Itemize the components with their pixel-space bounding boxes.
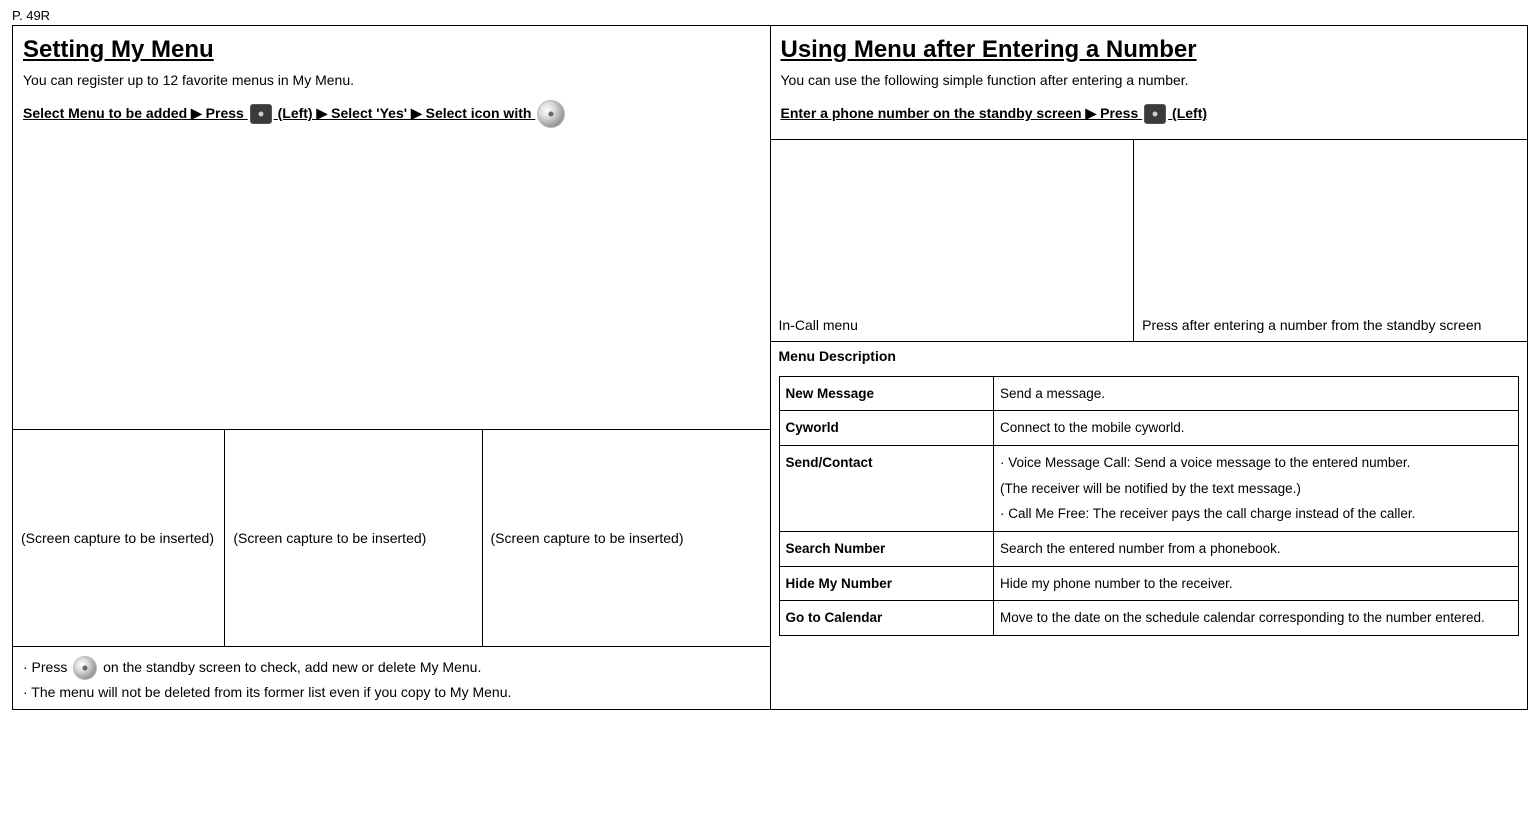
menu-val: Send a message.	[993, 376, 1518, 411]
main-layout-table: Setting My Menu You can register up to 1…	[12, 25, 1528, 710]
menu-desc-table: New Message Send a message. Cyworld Conn…	[779, 376, 1520, 636]
instr-part2: (Left) ▶ Select 'Yes' ▶ Select icon with	[278, 105, 536, 121]
note1-pre: · Press	[23, 659, 71, 675]
menu-val: · Voice Message Call: Send a voice messa…	[993, 446, 1518, 532]
menu-val: Move to the date on the schedule calenda…	[993, 601, 1518, 636]
incall-menu-cell: In-Call menu	[771, 139, 1134, 341]
instr-post: (Left)	[1172, 105, 1207, 121]
menu-key: New Message	[779, 376, 993, 411]
instr-pre: Enter a phone number on the standby scre…	[781, 105, 1143, 121]
table-row: Search Number Search the entered number …	[779, 532, 1519, 567]
right-heading: Using Menu after Entering a Number	[781, 36, 1518, 64]
table-row: Cyworld Connect to the mobile cyworld.	[779, 411, 1519, 446]
screencap-2: (Screen capture to be inserted)	[225, 429, 482, 646]
left-softkey-icon	[250, 104, 272, 124]
left-column: Setting My Menu You can register up to 1…	[13, 26, 771, 710]
left-desc: You can register up to 12 favorite menus…	[23, 72, 760, 88]
left-instruction: Select Menu to be added ▶ Press (Left) ▶…	[23, 98, 760, 129]
menu-key: Search Number	[779, 532, 993, 567]
nav-orb-icon	[537, 100, 565, 128]
note1-post: on the standby screen to check, add new …	[103, 659, 481, 675]
menu-desc-title: Menu Description	[771, 341, 1528, 376]
left-notes: · Press on the standby screen to check, …	[13, 647, 770, 709]
right-column: Using Menu after Entering a Number You c…	[770, 26, 1528, 710]
nav-orb-icon	[73, 656, 97, 680]
menu-val: Search the entered number from a phonebo…	[993, 532, 1518, 567]
screenshot-placeholder-table: (Screen capture to be inserted) (Screen …	[13, 429, 770, 647]
table-row: Send/Contact · Voice Message Call: Send …	[779, 446, 1519, 532]
table-row: Hide My Number Hide my phone number to t…	[779, 566, 1519, 601]
menu-key: Go to Calendar	[779, 601, 993, 636]
screencap-3: (Screen capture to be inserted)	[482, 429, 769, 646]
table-row: Go to Calendar Move to the date on the s…	[779, 601, 1519, 636]
press-after-cell: Press after entering a number from the s…	[1134, 139, 1527, 341]
menu-key: Send/Contact	[779, 446, 993, 532]
menu-val: Hide my phone number to the receiver.	[993, 566, 1518, 601]
note2: · The menu will not be deleted from its …	[23, 680, 760, 705]
menu-key: Cyworld	[779, 411, 993, 446]
menu-key: Hide My Number	[779, 566, 993, 601]
screencap-1: (Screen capture to be inserted)	[13, 429, 225, 646]
right-two-col-table: In-Call menu Press after entering a numb…	[771, 139, 1528, 341]
instr-part1: Select Menu to be added ▶ Press	[23, 105, 248, 121]
left-heading: Setting My Menu	[23, 36, 760, 64]
left-softkey-icon	[1144, 104, 1166, 124]
table-row: New Message Send a message.	[779, 376, 1519, 411]
right-desc: You can use the following simple functio…	[781, 72, 1518, 88]
right-instruction: Enter a phone number on the standby scre…	[781, 98, 1518, 129]
page-label: P. 49R	[12, 8, 1528, 23]
menu-val: Connect to the mobile cyworld.	[993, 411, 1518, 446]
